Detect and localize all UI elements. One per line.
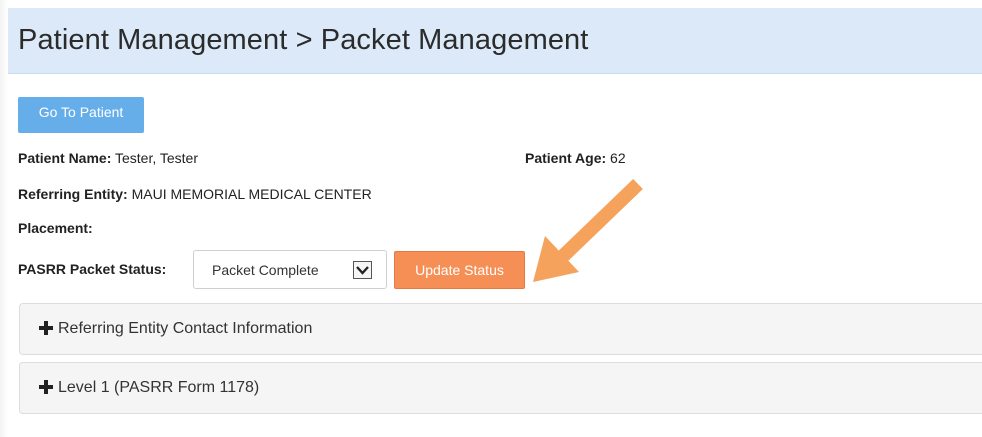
page-header: Patient Management > Packet Management	[8, 8, 982, 74]
panel-title: Referring Entity Contact Information	[58, 320, 313, 337]
plus-icon	[39, 380, 53, 394]
go-to-patient-button[interactable]: Go To Patient	[18, 97, 144, 133]
placement-field: Placement:	[18, 220, 93, 236]
referring-entity-field: Referring Entity: MAUI MEMORIAL MEDICAL …	[18, 186, 372, 202]
patient-age-value: 62	[610, 150, 626, 166]
patient-age-label: Patient Age:	[525, 150, 607, 166]
referring-entity-value: MAUI MEMORIAL MEDICAL CENTER	[131, 186, 372, 202]
chevron-down-icon[interactable]	[353, 261, 372, 279]
placement-label: Placement:	[18, 220, 93, 236]
panel-referring-entity-contact[interactable]: Referring Entity Contact Information	[19, 303, 982, 355]
packet-status-label: PASRR Packet Status:	[18, 261, 167, 277]
packet-status-selected: Packet Complete	[212, 262, 319, 278]
annotation-arrow-icon	[533, 178, 643, 282]
patient-name-field: Patient Name: Tester, Tester	[18, 150, 198, 166]
update-status-button[interactable]: Update Status	[394, 251, 525, 289]
packet-status-select[interactable]: Packet Complete	[193, 250, 387, 289]
patient-name-value: Tester, Tester	[115, 150, 199, 166]
page-title: Patient Management > Packet Management	[18, 24, 589, 56]
referring-entity-label: Referring Entity:	[18, 186, 128, 202]
patient-age-field: Patient Age: 62	[525, 150, 626, 166]
panel-level-1[interactable]: Level 1 (PASRR Form 1178)	[19, 362, 982, 414]
panel-title: Level 1 (PASRR Form 1178)	[58, 379, 260, 396]
page-edge	[0, 0, 8, 437]
patient-name-label: Patient Name:	[18, 150, 112, 166]
plus-icon	[39, 321, 53, 335]
